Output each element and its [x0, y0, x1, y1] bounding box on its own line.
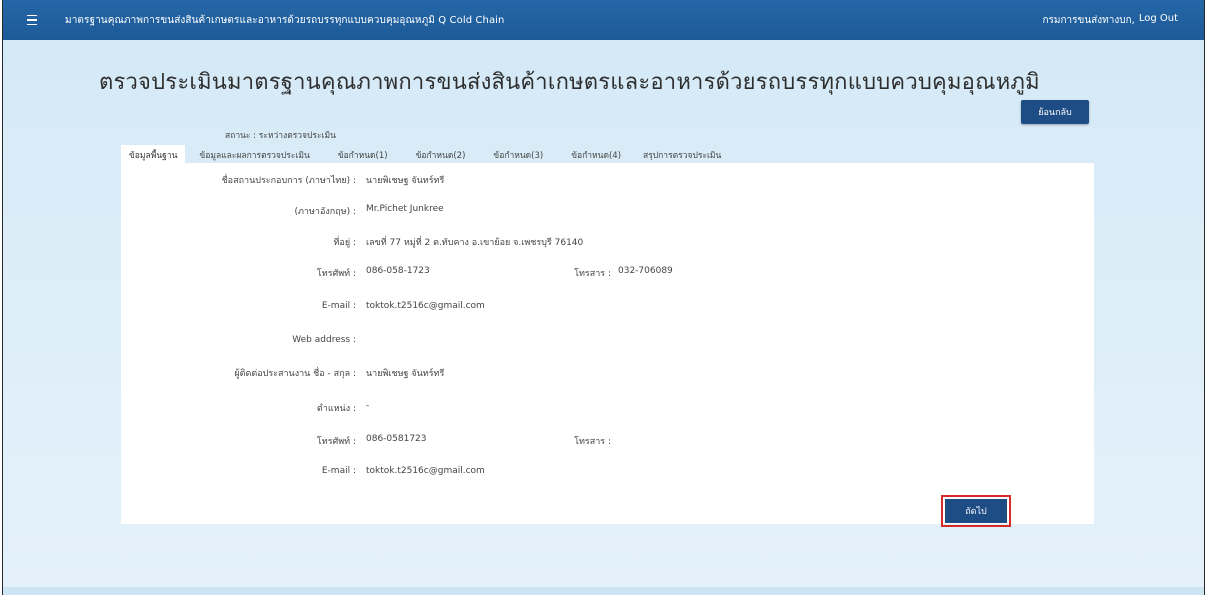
address-value: เลขที่ 77 หมู่ที่ 2 ต.ทับคาง อ.เขาย้อย จ…	[366, 238, 584, 248]
status-line: สถานะ : ระหว่างตรวจประเมิน	[225, 128, 336, 142]
contact-value: นายพิเชษฐ จันทร์ทรี	[366, 369, 445, 379]
basic-info-panel: ชื่อสถานประกอบการ (ภาษาไทย) : นายพิเชษฐ …	[121, 163, 1094, 527]
fax-label: โทรสาร :	[574, 269, 611, 279]
bottom-band	[3, 587, 1204, 595]
contact-phone-value: 086-0581723	[366, 434, 427, 444]
field-row-contact: ผู้ติดต่อประสานงาน ชื่อ - สกุล : นายพิเช…	[121, 366, 1094, 380]
status-value: ระหว่างตรวจประเมิน	[258, 131, 336, 141]
name-th-value: นายพิเชษฐ จันทร์ทรี	[366, 176, 445, 186]
contact-email-label: E-mail :	[321, 466, 356, 476]
app-frame: มาตรฐานคุณภาพการขนส่งสินค้าเกษตรและอาหาร…	[2, 0, 1205, 595]
tab-requirement-1[interactable]: ข้อกำหนด(1)	[330, 145, 396, 163]
next-button[interactable]: ถัดไป	[941, 495, 1011, 527]
field-row-name-en: (ภาษาอังกฤษ) : Mr.Pichet Junkree	[121, 204, 1094, 218]
app-title: มาตรฐานคุณภาพการขนส่งสินค้าเกษตรและอาหาร…	[65, 14, 505, 26]
status-label: สถานะ :	[225, 131, 259, 141]
web-label: Web address :	[292, 335, 356, 345]
tab-bar: ข้อมูลพื้นฐาน ข้อมูลและผลการตรวจประเมิน …	[121, 145, 729, 163]
tab-assessment-results[interactable]: ข้อมูลและผลการตรวจประเมิน	[191, 145, 317, 163]
page-title: ตรวจประเมินมาตรฐานคุณภาพการขนส่งสินค้าเก…	[99, 70, 1040, 95]
tab-requirement-2[interactable]: ข้อกำหนด(2)	[408, 145, 474, 163]
field-row-contact-email: E-mail : toktok.t2516c@gmail.com	[121, 466, 1094, 480]
name-en-label: (ภาษาอังกฤษ) :	[294, 207, 356, 217]
tab-summary[interactable]: สรุปการตรวจประเมิน	[635, 145, 729, 163]
field-row-phone-fax: โทรศัพท์ : 086-058-1723 โทรสาร : 032-706…	[121, 266, 1094, 280]
email-label: E-mail :	[321, 301, 356, 311]
hamburger-menu-icon[interactable]	[27, 10, 57, 30]
back-button[interactable]: ย้อนกลับ	[1021, 100, 1089, 124]
name-en-value: Mr.Pichet Junkree	[366, 204, 444, 214]
field-row-email: E-mail : toktok.t2516c@gmail.com	[121, 301, 1094, 315]
top-bar: มาตรฐานคุณภาพการขนส่งสินค้าเกษตรและอาหาร…	[3, 0, 1204, 40]
user-area: กรมการขนส่งทางบก, Log Out	[1042, 13, 1178, 28]
tab-requirement-4[interactable]: ข้อกำหนด(4)	[563, 145, 629, 163]
tab-basic-info[interactable]: ข้อมูลพื้นฐาน	[121, 145, 186, 163]
contact-email-value: toktok.t2516c@gmail.com	[366, 466, 485, 476]
tab-requirement-3[interactable]: ข้อกำหนด(3)	[485, 145, 551, 163]
field-row-name-th: ชื่อสถานประกอบการ (ภาษาไทย) : นายพิเชษฐ …	[121, 173, 1094, 187]
contact-phone-label: โทรศัพท์ :	[316, 437, 356, 447]
position-value: -	[366, 401, 370, 411]
logout-link[interactable]: Log Out	[1139, 13, 1178, 28]
field-row-contact-phone-fax: โทรศัพท์ : 086-0581723 โทรสาร :	[121, 434, 1094, 448]
email-value: toktok.t2516c@gmail.com	[366, 301, 485, 311]
fax-value: 032-706089	[618, 266, 673, 276]
contact-label: ผู้ติดต่อประสานงาน ชื่อ - สกุล :	[234, 369, 356, 379]
name-th-label: ชื่อสถานประกอบการ (ภาษาไทย) :	[221, 176, 356, 186]
user-name: กรมการขนส่งทางบก,	[1042, 14, 1135, 26]
field-row-web: Web address :	[121, 335, 1094, 349]
contact-fax-label: โทรสาร :	[574, 437, 611, 447]
field-row-position: ตำแหน่ง : -	[121, 401, 1094, 415]
field-row-address: ที่อยู่ : เลขที่ 77 หมู่ที่ 2 ต.ทับคาง อ…	[121, 235, 1094, 249]
address-label: ที่อยู่ :	[333, 238, 356, 248]
position-label: ตำแหน่ง :	[316, 404, 356, 414]
phone-label: โทรศัพท์ :	[316, 269, 356, 279]
phone-value: 086-058-1723	[366, 266, 430, 276]
